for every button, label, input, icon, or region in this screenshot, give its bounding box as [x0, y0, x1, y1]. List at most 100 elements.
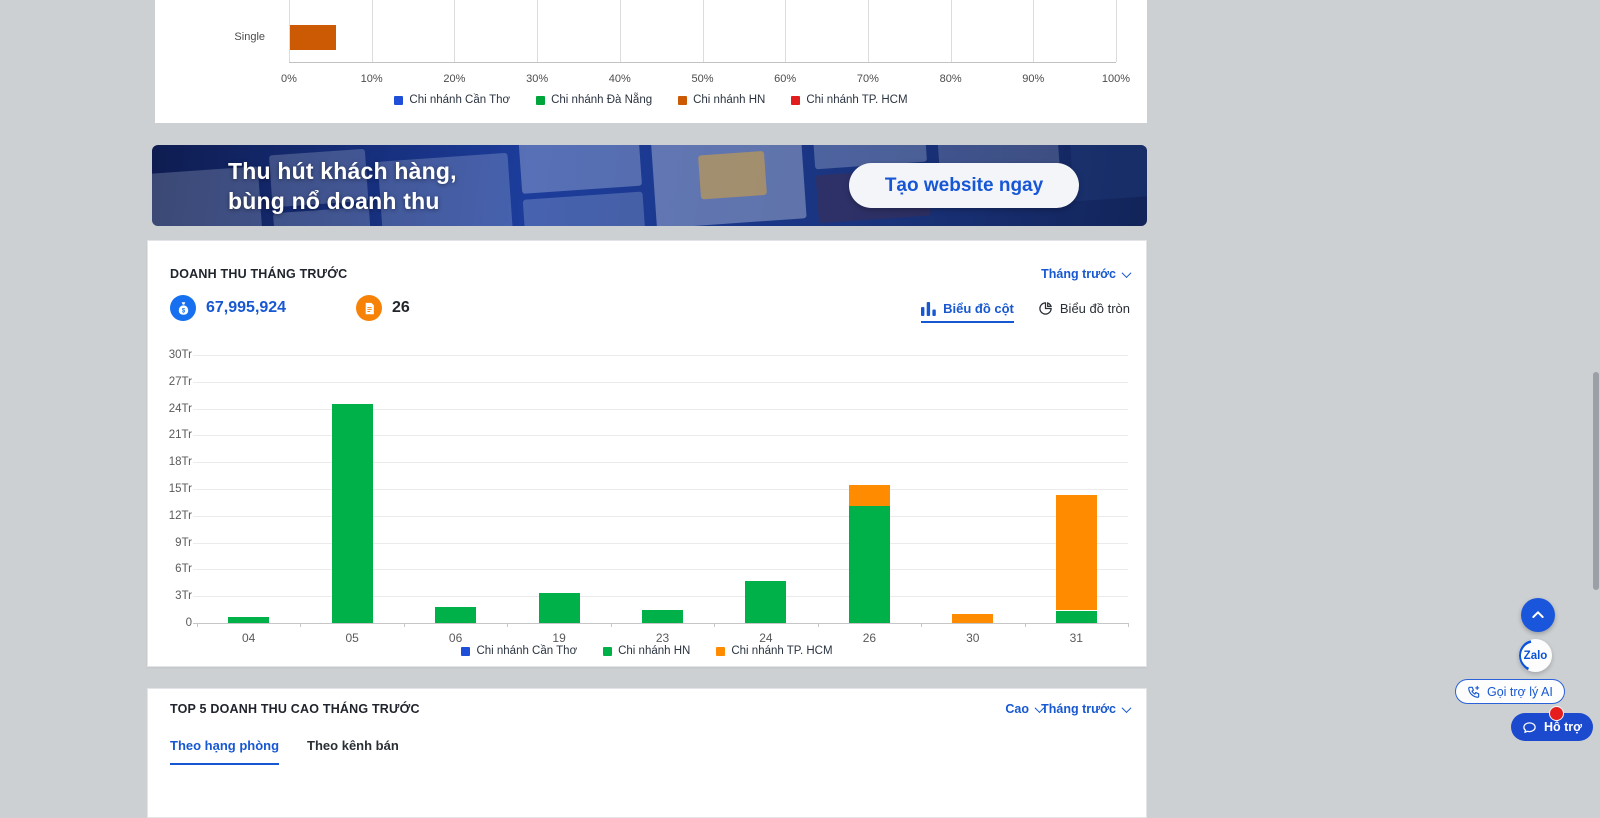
- gridline: [702, 0, 704, 62]
- legend-item[interactable]: Chi nhánh Cần Thơ: [461, 645, 577, 657]
- legend-label: Chi nhánh HN: [618, 645, 691, 657]
- ai-button-label: Gọi trợ lý AI: [1487, 684, 1553, 699]
- legend-label: Chi nhánh TP. HCM: [806, 94, 908, 106]
- bar-segment[interactable]: [1055, 610, 1097, 623]
- top5-tabs: Theo hạng phòng Theo kênh bán: [170, 738, 399, 765]
- chevron-down-icon: [1121, 702, 1132, 713]
- x-axis-label: 19: [552, 631, 566, 645]
- x-axis-label: 06: [448, 631, 463, 645]
- y-axis-tick-label: 15Tr: [168, 483, 192, 495]
- legend-swatch: [461, 646, 471, 656]
- legend-swatch: [536, 95, 546, 105]
- x-axis-label: 05: [345, 631, 359, 645]
- x-axis-tick-label: 80%: [939, 73, 962, 85]
- legend-swatch: [394, 95, 404, 105]
- x-axis-tick-label: 0%: [281, 73, 297, 85]
- bar-segment[interactable]: [848, 485, 890, 506]
- legend-item[interactable]: Chi nhánh HN: [678, 94, 765, 106]
- chat-bubble-icon: [1523, 721, 1536, 733]
- x-axis-label: 24: [759, 631, 773, 645]
- top5-period-value: Tháng trước: [1041, 702, 1116, 716]
- legend-item[interactable]: Chi nhánh Cần Thơ: [394, 94, 510, 106]
- legend-swatch: [716, 646, 726, 656]
- x-axis-tick: [610, 623, 612, 627]
- legend-item[interactable]: Chi nhánh TP. HCM: [791, 94, 908, 106]
- x-axis-label: 30: [966, 631, 980, 645]
- gridline: [785, 0, 787, 62]
- y-axis-tick-label: 21Tr: [168, 429, 192, 442]
- legend-item[interactable]: Chi nhánh TP. HCM: [716, 645, 833, 657]
- x-axis-tick-label: 30%: [526, 73, 549, 85]
- legend-item[interactable]: Chi nhánh HN: [603, 645, 690, 657]
- bar-segment[interactable]: [331, 404, 373, 623]
- bar-segment[interactable]: [435, 606, 477, 623]
- x-axis-tick-label: 20%: [443, 73, 466, 85]
- top5-revenue-card: TOP 5 DOANH THU CAO THÁNG TRƯỚC Cao Thán…: [147, 688, 1147, 818]
- top5-card-title: TOP 5 DOANH THU CAO THÁNG TRƯỚC: [170, 702, 420, 716]
- room-type-chart-legend: Chi nhánh Cần Thơ Chi nhánh Đà Nẵng Chi nh…: [155, 94, 1147, 106]
- bar-segment[interactable]: [228, 616, 270, 623]
- gridline: [371, 0, 373, 62]
- zalo-button[interactable]: Zalo: [1519, 639, 1552, 672]
- legend-label: Chi nhánh TP. HCM: [731, 645, 833, 657]
- banner-title-line1: Thu hút khách hàng,: [228, 158, 457, 184]
- y-axis-tick-label: 3Tr: [175, 590, 192, 603]
- y-axis-tick-label: 30Tr: [168, 349, 192, 361]
- x-axis-tick-label: 60%: [774, 73, 797, 85]
- x-axis-tick-label: 90%: [1022, 73, 1045, 85]
- y-axis-tick-label: 24Tr: [168, 402, 192, 415]
- revenue-card: DOANH THU THÁNG TRƯỚC Tháng trước $ 67,9…: [147, 240, 1147, 667]
- legend-swatch: [791, 95, 801, 105]
- gridline: [619, 0, 621, 62]
- legend-label: Chi nhánh Đà Nẵng: [551, 94, 653, 106]
- x-axis-tick: [1024, 623, 1026, 627]
- bar-segment[interactable]: [745, 581, 787, 623]
- create-website-button[interactable]: Tạo website ngay: [849, 163, 1079, 208]
- x-axis-tick: [714, 623, 716, 627]
- scroll-to-top-button[interactable]: [1521, 598, 1555, 632]
- vertical-scrollbar-thumb[interactable]: [1593, 372, 1599, 590]
- x-axis-tick-label: 40%: [608, 73, 631, 85]
- room-type-chart-card: Single 0% 10% 20% 30% 40% 50% 60% 70% 80% 90% 100%…: [155, 0, 1147, 123]
- top5-period-dropdown[interactable]: Tháng trước: [1041, 702, 1132, 716]
- room-type-category-label: Single: [234, 31, 265, 43]
- bar-segment[interactable]: [1055, 495, 1097, 611]
- x-axis-tick: [300, 623, 302, 627]
- chevron-up-icon: [1532, 611, 1544, 618]
- banner-title-line2: bùng nổ doanh thu: [228, 188, 440, 214]
- banner-title: Thu hút khách hàng, bùng nổ doanh thu: [228, 156, 457, 216]
- tab-by-room-type[interactable]: Theo hạng phòng: [170, 738, 280, 765]
- bar-segment[interactable]: [290, 25, 336, 50]
- ai-assistant-call-button[interactable]: Gọi trợ lý AI: [1455, 679, 1565, 704]
- bar-segment[interactable]: [538, 592, 580, 623]
- y-axis-tick-label: 0: [185, 617, 192, 629]
- top5-sort-value: Cao: [1005, 702, 1029, 716]
- bar-segment[interactable]: [952, 614, 994, 623]
- x-axis-label: 04: [242, 631, 256, 645]
- legend-label: Chi nhánh Cần Thơ: [476, 645, 578, 657]
- x-axis-tick-label: 70%: [856, 73, 879, 85]
- gridline: [454, 0, 456, 62]
- gridline: [867, 0, 869, 62]
- bar-segment[interactable]: [642, 609, 683, 623]
- bar-segment[interactable]: [848, 506, 890, 623]
- top5-sort-dropdown[interactable]: Cao: [1005, 702, 1045, 716]
- legend-item[interactable]: Chi nhánh Đà Nẵng: [536, 94, 652, 106]
- tab-by-sales-channel[interactable]: Theo kênh bán: [307, 738, 399, 765]
- gridline: [193, 623, 1128, 624]
- y-axis-tick-label: 27Tr: [168, 375, 192, 388]
- legend-swatch: [678, 95, 688, 105]
- support-button-label: Hỗ trợ: [1544, 720, 1583, 734]
- y-axis-tick-label: 18Tr: [168, 456, 192, 469]
- gridline: [1116, 0, 1117, 62]
- x-axis-tick-label: 10%: [360, 73, 383, 85]
- revenue-chart-legend: Chi nhánh Cần Thơ Chi nhánh HN Chi nhánh T…: [148, 645, 1146, 657]
- legend-swatch: [603, 646, 613, 656]
- x-axis-tick: [507, 623, 509, 627]
- notification-badge: [1549, 706, 1564, 721]
- phone-plus-icon: [1468, 685, 1480, 698]
- promo-banner[interactable]: Thu hút khách hàng, bùng nổ doanh thu Tạ…: [152, 145, 1147, 226]
- legend-label: Chi nhánh Cần Thơ: [409, 94, 511, 106]
- y-axis-tick-label: 12Tr: [168, 509, 192, 522]
- x-axis-tick: [921, 623, 923, 627]
